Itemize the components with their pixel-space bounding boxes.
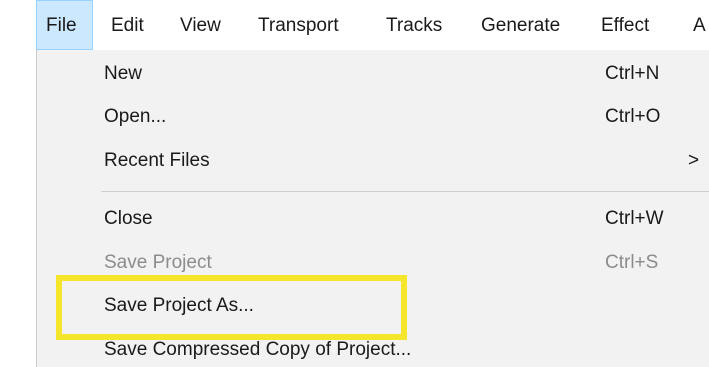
- menu-item-label: Save Project: [104, 252, 212, 273]
- menu-item-shortcut: Ctrl+O: [605, 106, 661, 127]
- menu-item-label: Open...: [104, 106, 167, 127]
- menu-item-label: Save Project As...: [104, 295, 254, 316]
- audacity-window: File Edit View Transport Tracks Generate…: [0, 0, 709, 367]
- menu-item-label: Recent Files: [104, 150, 210, 171]
- file-dropdown-menu: New Ctrl+N Open... Ctrl+O Recent Files >…: [36, 50, 709, 367]
- menu-item-shortcut: Ctrl+N: [605, 63, 660, 84]
- menu-item-new[interactable]: New Ctrl+N: [37, 53, 709, 95]
- menu-transport[interactable]: Transport: [258, 0, 339, 50]
- menu-item-open[interactable]: Open... Ctrl+O: [37, 96, 709, 138]
- menu-file[interactable]: File: [36, 0, 93, 50]
- menu-analyze-partial[interactable]: A: [693, 0, 709, 50]
- menu-item-shortcut: Ctrl+W: [605, 208, 664, 229]
- menu-separator: [101, 191, 709, 192]
- menu-item-label: Close: [104, 208, 153, 229]
- chevron-right-icon: >: [688, 150, 700, 171]
- menu-item-close[interactable]: Close Ctrl+W: [37, 198, 709, 240]
- menu-item-recent-files[interactable]: Recent Files >: [37, 140, 709, 182]
- menu-bar: File Edit View Transport Tracks Generate…: [0, 0, 709, 50]
- menu-item-shortcut: Ctrl+S: [605, 252, 659, 273]
- menu-tracks[interactable]: Tracks: [386, 0, 442, 50]
- menu-edit[interactable]: Edit: [111, 0, 144, 50]
- menu-item-save-project-as[interactable]: Save Project As...: [37, 285, 709, 327]
- menu-item-label: Save Compressed Copy of Project...: [104, 339, 412, 360]
- menu-view[interactable]: View: [180, 0, 221, 50]
- menu-item-save-project: Save Project Ctrl+S: [37, 242, 709, 284]
- menu-generate[interactable]: Generate: [481, 0, 560, 50]
- menu-item-label: New: [104, 63, 143, 84]
- menu-item-save-compressed-copy[interactable]: Save Compressed Copy of Project...: [37, 329, 709, 367]
- menu-effect[interactable]: Effect: [601, 0, 649, 50]
